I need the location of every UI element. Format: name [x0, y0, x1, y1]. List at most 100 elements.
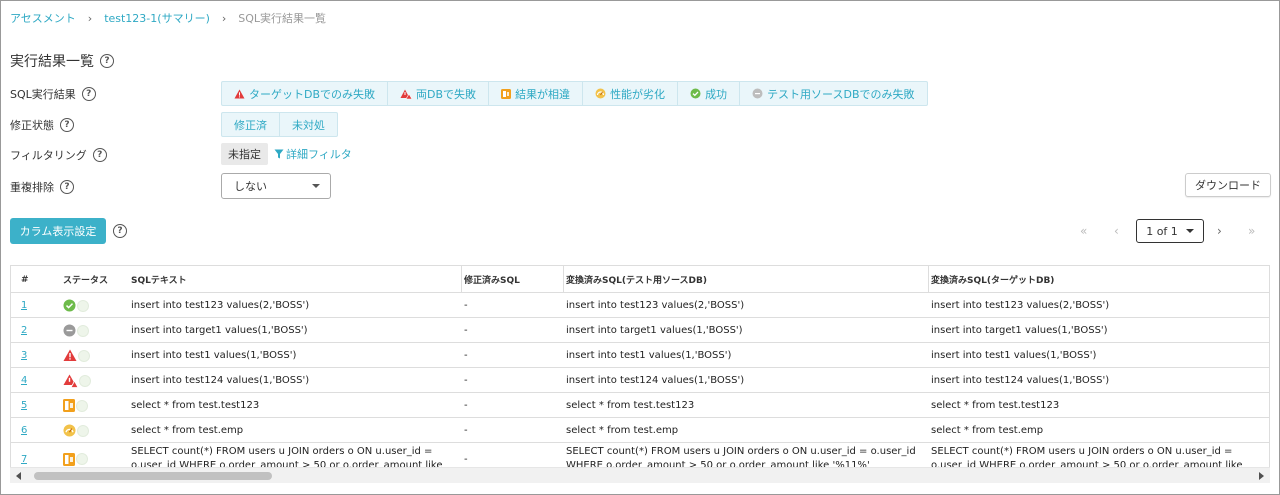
page-title: 実行結果一覧 [10, 54, 94, 70]
row-number-link[interactable]: 7 [21, 454, 27, 465]
minus-gray-icon [63, 324, 76, 337]
filtering-label: フィルタリング [10, 149, 87, 162]
status-cell [63, 299, 89, 312]
fix-status-filter-group: 修正済 未対処 [221, 112, 338, 137]
header-sql-text[interactable]: SQLテキスト [131, 266, 187, 293]
fix-status-icon [77, 299, 89, 312]
fix-status-label: 修正状態 [10, 119, 54, 132]
converted-source-sql-cell: insert into test123 values(2,'BOSS') [566, 300, 745, 311]
row-number-link[interactable]: 2 [21, 325, 27, 336]
page-title-wrap: 実行結果一覧 ? [10, 51, 114, 71]
status-cell [63, 374, 91, 388]
detail-filter-link[interactable]: 詳細フィルタ [274, 146, 352, 162]
page-select-value: 1 of 1 [1146, 224, 1178, 238]
dedupe-select-value: しない [234, 180, 267, 193]
next-page-icon[interactable]: › [1217, 224, 1222, 238]
row-number-link[interactable]: 6 [21, 425, 27, 436]
row-number-link[interactable]: 1 [21, 300, 27, 311]
filter-both-fail-button[interactable]: 両DBで失敗 [388, 82, 490, 105]
detail-filter-label: 詳細フィルタ [286, 148, 352, 161]
filter-fixed-button[interactable]: 修正済 [222, 113, 280, 136]
help-icon[interactable]: ? [81, 87, 96, 101]
sql-text-cell: insert into test124 values(1,'BOSS') [131, 375, 310, 386]
row-number-link[interactable]: 4 [21, 375, 27, 386]
caret-down-icon [312, 184, 320, 188]
sql-text-cell: insert into test1 values(1,'BOSS') [131, 350, 297, 361]
sql-text-cell: select * from test.emp [131, 425, 244, 436]
row-number-link[interactable]: 5 [21, 400, 27, 411]
results-table: # ステータス SQLテキスト 修正済みSQL 変換済みSQL(テスト用ソースD… [10, 265, 1270, 483]
fixed-sql-cell: - [464, 425, 468, 436]
download-button[interactable]: ダウンロード [1185, 173, 1271, 197]
sql-result-label: SQL実行結果 [10, 88, 76, 101]
converted-source-sql-cell: insert into test1 values(1,'BOSS') [566, 350, 732, 361]
sql-result-filter-group: ターゲットDBでのみ失敗 両DBで失敗 結果が相違 性能が劣化 成功 テスト用ソ… [221, 81, 928, 106]
filter-success-button[interactable]: 成功 [678, 82, 741, 105]
filter-success-label: 成功 [705, 87, 728, 101]
scroll-right-icon[interactable] [1259, 472, 1264, 480]
gauge-orange-icon [63, 424, 76, 437]
fix-status-icon [76, 453, 88, 465]
diff-orange-icon [63, 399, 75, 412]
help-icon[interactable]: ? [113, 224, 127, 238]
dedupe-select[interactable]: しない [221, 173, 331, 199]
last-page-icon[interactable]: » [1248, 224, 1255, 238]
converted-target-sql-cell: insert into test123 values(2,'BOSS') [931, 300, 1110, 311]
filter-perf-label: 性能が劣化 [610, 87, 666, 101]
warning-red-icon [63, 349, 77, 362]
table-row[interactable]: 6 select * from test.emp - select * from te… [11, 418, 1269, 443]
header-converted-target-sql[interactable]: 変換済みSQL(ターゲットDB) [931, 266, 1054, 293]
header-fixed-sql[interactable]: 修正済みSQL [464, 266, 520, 293]
filtering-label-wrap: フィルタリング ? [10, 147, 107, 163]
header-converted-source-sql[interactable]: 変換済みSQL(テスト用ソースDB) [566, 266, 707, 293]
filter-target-fail-label: ターゲットDBでのみ失敗 [249, 87, 376, 101]
row-number-link[interactable]: 3 [21, 350, 27, 361]
fix-status-icon [77, 424, 89, 437]
help-icon[interactable]: ? [60, 118, 74, 132]
fixed-sql-cell: - [464, 400, 468, 411]
filter-perf-button[interactable]: 性能が劣化 [583, 82, 679, 105]
help-icon[interactable]: ? [92, 148, 107, 162]
caret-down-icon [1185, 229, 1194, 233]
status-cell [63, 324, 89, 337]
filter-diff-label: 結果が相違 [515, 87, 571, 101]
table-row[interactable]: 2 insert into target1 values(1,'BOSS') - in… [11, 318, 1269, 343]
header-status[interactable]: ステータス [63, 266, 108, 293]
filter-diff-button[interactable]: 結果が相違 [489, 82, 584, 105]
fixed-sql-cell: - [464, 375, 468, 386]
page-select[interactable]: 1 of 1 [1136, 219, 1204, 243]
breadcrumb-assessment-link[interactable]: アセスメント [10, 10, 76, 26]
scroll-left-icon[interactable] [16, 472, 21, 480]
breadcrumb-summary-link[interactable]: test123-1(サマリー) [104, 10, 210, 26]
converted-target-sql-cell: select * from test.test123 [931, 400, 1060, 411]
diff-orange-icon [63, 452, 75, 466]
filter-source-fail-button[interactable]: テスト用ソースDBでのみ失敗 [740, 82, 926, 105]
breadcrumb: アセスメント › test123-1(サマリー) › SQL実行結果一覧 [10, 10, 326, 26]
help-icon[interactable]: ? [100, 54, 114, 68]
scrollbar-thumb[interactable] [34, 472, 272, 480]
table-row[interactable]: 3 insert into test1 values(1,'BOSS') - inse… [11, 343, 1269, 368]
converted-target-sql-cell: insert into test124 values(1,'BOSS') [931, 375, 1110, 386]
horizontal-scrollbar[interactable] [10, 467, 1270, 483]
prev-page-icon[interactable]: ‹ [1114, 224, 1119, 238]
table-row[interactable]: 5 select * from test.test123 - select * fro… [11, 393, 1269, 418]
sql-text-cell: select * from test.test123 [131, 400, 260, 411]
filter-unset-button[interactable]: 未指定 [221, 143, 268, 165]
fixed-sql-cell: - [464, 300, 468, 311]
header-num[interactable]: # [21, 266, 29, 293]
converted-target-sql-cell: insert into test1 values(1,'BOSS') [931, 350, 1097, 361]
filtering-controls: 未指定 詳細フィルタ [221, 143, 352, 165]
filter-target-fail-button[interactable]: ターゲットDBでのみ失敗 [222, 82, 389, 105]
table-row[interactable]: 1 insert into test123 values(2,'BOSS') - in… [11, 293, 1269, 318]
first-page-icon[interactable]: « [1080, 224, 1087, 238]
table-row[interactable]: 4 insert into test124 values(1,'BOSS') - in… [11, 368, 1269, 393]
gauge-orange-icon [595, 88, 606, 99]
fix-status-icon [79, 374, 91, 387]
help-icon[interactable]: ? [60, 180, 74, 194]
filter-both-fail-label: 両DBで失敗 [416, 87, 477, 101]
filter-unhandled-button[interactable]: 未対処 [280, 113, 337, 136]
column-settings-button[interactable]: カラム表示設定 [10, 218, 106, 244]
warning-double-red-icon [63, 374, 78, 388]
minus-gray-icon [752, 88, 763, 99]
table-header: # ステータス SQLテキスト 修正済みSQL 変換済みSQL(テスト用ソースD… [11, 266, 1269, 293]
